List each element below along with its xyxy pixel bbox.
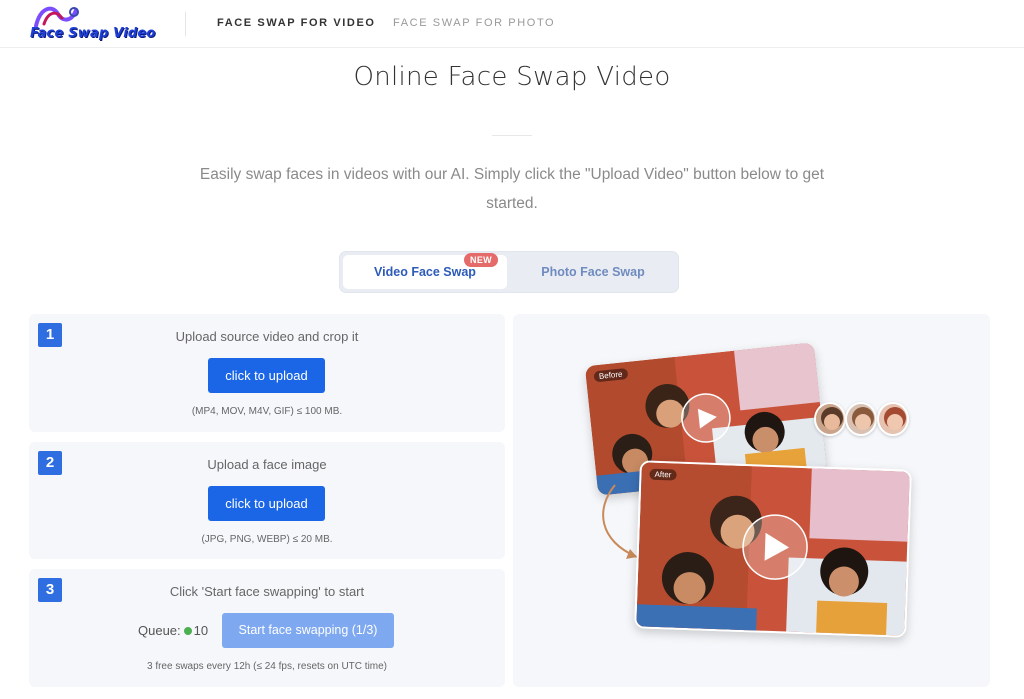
- title-divider: [492, 135, 532, 136]
- after-label: After: [649, 468, 677, 481]
- header-divider: [185, 12, 186, 36]
- face-avatar-icon: [879, 404, 907, 434]
- page-subtitle: Easily swap faces in videos with our AI.…: [199, 166, 825, 212]
- step-upload-face: 2 Upload a face image click to upload (J…: [29, 442, 505, 559]
- queue-label: Queue:: [138, 623, 181, 638]
- queue-status: Queue: 10: [138, 623, 208, 638]
- logo-text: Face Swap Video: [30, 26, 156, 41]
- upload-face-button[interactable]: click to upload: [208, 486, 325, 521]
- target-face-thumbnail: [877, 402, 909, 436]
- queue-status-dot-icon: [183, 627, 192, 635]
- image-format-note: (JPG, PNG, WEBP) ≤ 20 MB.: [201, 534, 333, 545]
- target-face-thumbnail: [814, 402, 846, 436]
- start-face-swapping-button[interactable]: Start face swapping (1/3): [222, 613, 394, 648]
- step-title: Upload source video and crop it: [175, 329, 359, 344]
- upload-video-button[interactable]: click to upload: [208, 358, 325, 393]
- site-header: Face Swap Video FACE SWAP FOR VIDEO FACE…: [0, 0, 1024, 48]
- site-logo[interactable]: Face Swap Video: [28, 2, 160, 44]
- queue-count: 10: [193, 623, 209, 638]
- nav-face-swap-photo[interactable]: FACE SWAP FOR PHOTO: [393, 17, 555, 29]
- preview-panel: Before After: [513, 314, 990, 687]
- mode-tabs: Video Face Swap Photo Face Swap: [339, 251, 679, 293]
- step-start-swap: 3 Click 'Start face swapping' to start Q…: [29, 569, 505, 687]
- after-video-preview[interactable]: After: [634, 460, 912, 638]
- free-swaps-note: 3 free swaps every 12h (≤ 24 fps, resets…: [146, 661, 388, 672]
- tab-photo-face-swap[interactable]: Photo Face Swap: [510, 255, 676, 289]
- nav-face-swap-video[interactable]: FACE SWAP FOR VIDEO: [217, 17, 376, 29]
- new-badge: NEW: [464, 253, 498, 267]
- step-upload-video: 1 Upload source video and crop it click …: [29, 314, 505, 432]
- face-avatar-icon: [816, 404, 844, 434]
- step-title: Upload a face image: [207, 457, 327, 472]
- video-format-note: (MP4, MOV, M4V, GIF) ≤ 100 MB.: [191, 406, 343, 417]
- face-avatar-icon: [847, 404, 875, 434]
- step-title: Click 'Start face swapping' to start: [169, 584, 365, 599]
- after-photo-image: [636, 462, 912, 638]
- target-face-thumbnail: [845, 402, 877, 436]
- page-title: Online Face Swap Video: [353, 62, 671, 92]
